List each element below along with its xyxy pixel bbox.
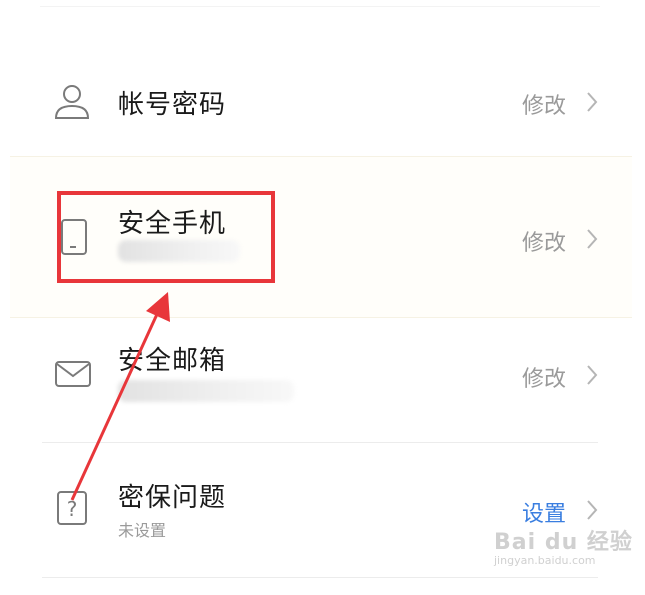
watermark-main: Bai du 经验 bbox=[494, 530, 633, 555]
baidu-watermark: Bai du 经验 jingyan.baidu.com bbox=[494, 524, 633, 567]
annotation-arrow bbox=[70, 292, 170, 501]
